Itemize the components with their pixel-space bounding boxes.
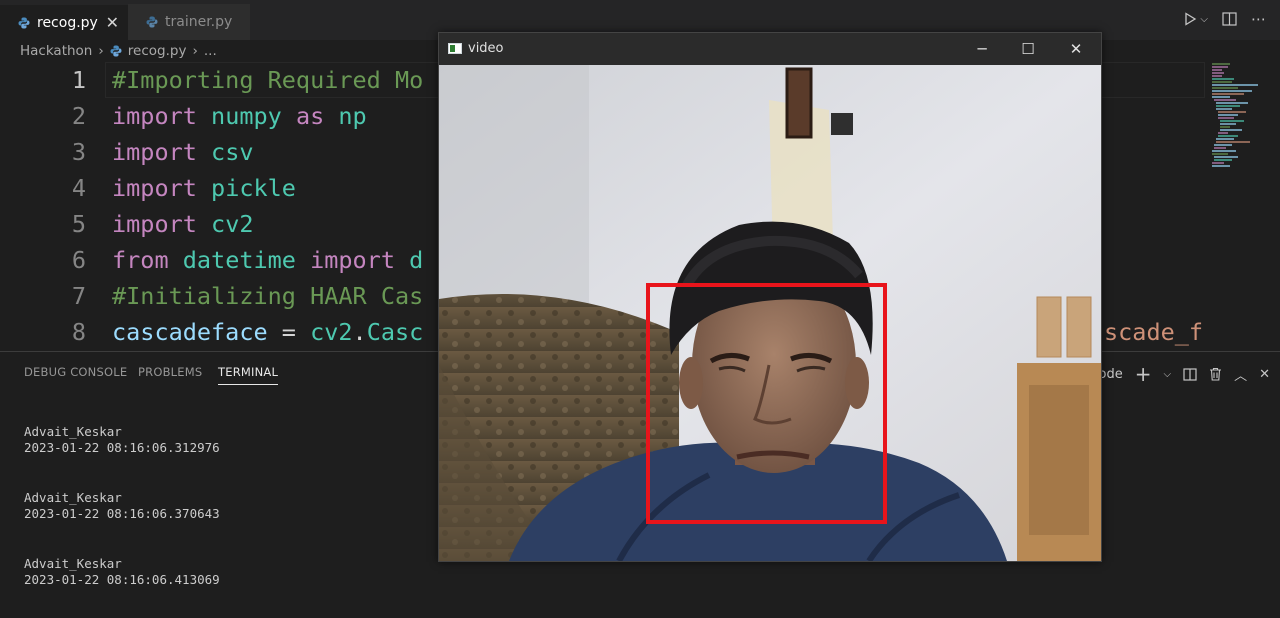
code-text: #Initializing HAAR Cas [112, 282, 424, 310]
editor-scrollbar[interactable] [1266, 62, 1280, 350]
line-number: 2 [71, 102, 86, 130]
tab-debug-console[interactable]: DEBUG CONSOLE [24, 365, 127, 379]
close-tab-icon[interactable]: ✕ [106, 13, 119, 32]
maximize-icon[interactable]: ☐ [1005, 37, 1051, 61]
tab-problems[interactable]: PROBLEMS [138, 365, 202, 379]
terminal-timestamp-line: 2023-01-22 08:16:06.370643 [24, 506, 220, 521]
terminal-timestamp-line: 2023-01-22 08:16:06.413069 [24, 572, 220, 587]
python-file-icon [146, 16, 158, 28]
python-file-icon [110, 45, 122, 57]
ellipsis-icon[interactable]: ⋯ [1251, 10, 1266, 28]
line-number: 6 [71, 246, 86, 274]
line-number: 5 [71, 210, 86, 238]
code-text: import csv [112, 138, 254, 166]
chevron-right-icon: › [192, 43, 198, 59]
tab-trainer-py[interactable]: trainer.py [128, 4, 250, 40]
video-window[interactable]: video ─ ☐ ✕ [438, 32, 1102, 562]
line-number: 8 [71, 318, 86, 346]
panel-actions: Code + ⌵ ︿ ✕ [1089, 362, 1270, 386]
breadcrumb-file[interactable]: recog.py [128, 43, 187, 59]
terminal-timestamp-line: 2023-01-22 08:16:06.312976 [24, 440, 220, 455]
chevron-up-icon[interactable]: ︿ [1234, 365, 1247, 384]
tab-terminal[interactable]: TERMINAL [218, 365, 279, 385]
line-number: 1 [71, 66, 86, 94]
webcam-frame [439, 65, 1101, 561]
close-panel-icon[interactable]: ✕ [1259, 367, 1270, 382]
breadcrumb-more[interactable]: ... [204, 43, 217, 59]
video-window-titlebar[interactable]: video ─ ☐ ✕ [439, 33, 1101, 65]
code-text: cascadeface = cv2.Casc [112, 318, 424, 346]
editor-actions: ⌵ ⋯ [1183, 10, 1266, 28]
add-terminal-icon[interactable]: + [1135, 362, 1152, 386]
code-text: import pickle [112, 174, 296, 202]
code-text: from datetime import d [112, 246, 424, 274]
tab-label: trainer.py [165, 14, 233, 30]
breadcrumb-folder[interactable]: Hackathon [20, 43, 92, 59]
terminal-name-line: Advait_Keskar [24, 424, 122, 439]
chevron-down-icon[interactable]: ⌵ [1200, 14, 1208, 25]
minimap[interactable] [1208, 62, 1266, 212]
line-number: 3 [71, 138, 86, 166]
terminal-name-line: Advait_Keskar [24, 556, 122, 571]
split-editor-icon[interactable] [1222, 12, 1237, 26]
play-icon[interactable]: ⌵ [1183, 12, 1208, 26]
line-number: 4 [71, 174, 86, 202]
tab-recog-py[interactable]: recog.py ✕ [0, 4, 128, 40]
trash-icon[interactable] [1209, 367, 1222, 381]
video-window-title: video [468, 41, 504, 56]
code-text: import cv2 [112, 210, 254, 238]
close-icon[interactable]: ✕ [1053, 37, 1099, 61]
window-app-icon [448, 43, 462, 54]
breadcrumb: Hackathon › recog.py › ... [20, 42, 217, 60]
code-overflow-text: scade_f [1104, 318, 1204, 346]
code-text: #Importing Required Mo [112, 66, 424, 94]
line-number: 7 [71, 282, 86, 310]
python-file-icon [18, 17, 30, 28]
terminal-name-line: Advait_Keskar [24, 490, 122, 505]
tab-label: recog.py [37, 14, 98, 31]
minimize-icon[interactable]: ─ [959, 37, 1005, 61]
chevron-down-icon[interactable]: ⌵ [1163, 369, 1171, 380]
chevron-right-icon: › [98, 43, 104, 59]
split-terminal-icon[interactable] [1183, 367, 1197, 381]
code-text: import numpy as np [112, 102, 367, 130]
